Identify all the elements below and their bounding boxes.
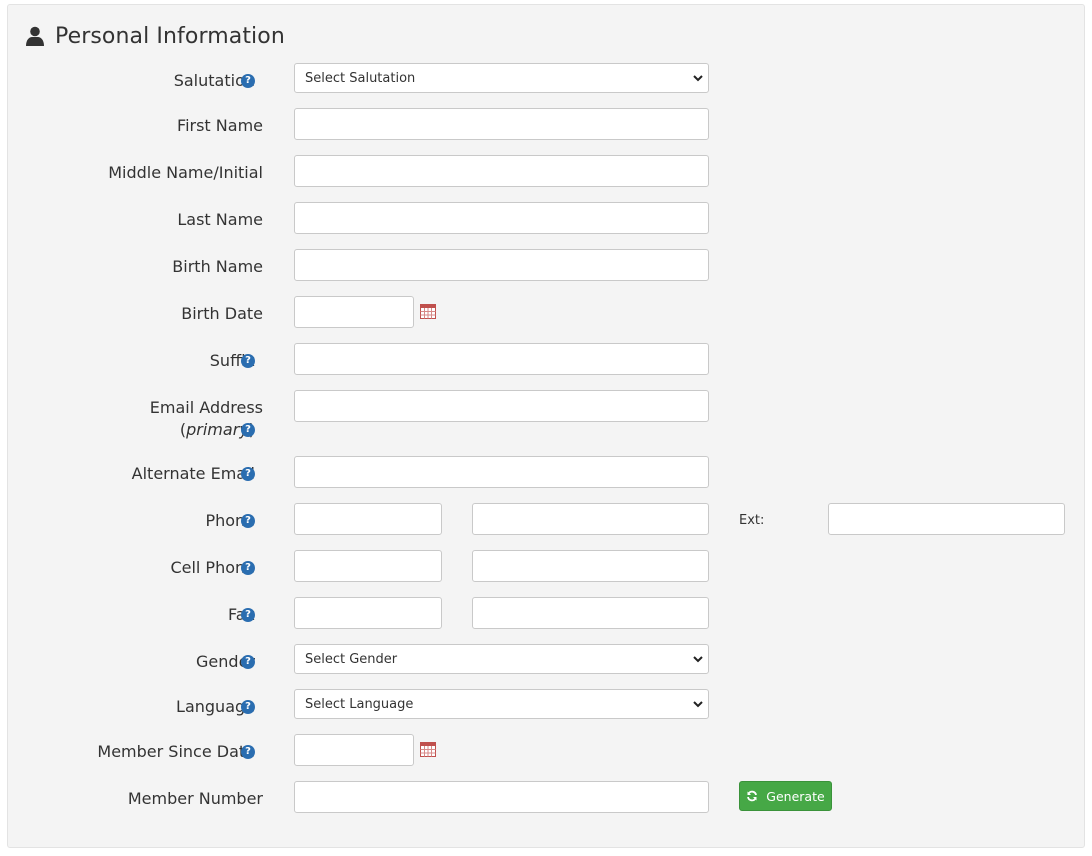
section-heading: Personal Information bbox=[26, 22, 285, 50]
calendar-icon[interactable] bbox=[420, 304, 436, 319]
help-icon[interactable]: ? bbox=[241, 514, 255, 528]
birth-date-row: Birth Date bbox=[0, 296, 1092, 328]
help-icon[interactable]: ? bbox=[241, 423, 255, 437]
birth-name-input[interactable] bbox=[294, 249, 709, 281]
alternate-email-label: Alternate Email bbox=[131, 464, 255, 483]
cell-phone-area-code-input[interactable] bbox=[294, 550, 442, 582]
help-icon[interactable]: ? bbox=[241, 467, 255, 481]
last-name-row: Last Name bbox=[0, 202, 1092, 234]
cell-phone-row: Cell Phone ? bbox=[0, 550, 1092, 582]
first-name-input[interactable] bbox=[294, 108, 709, 140]
first-name-row: First Name bbox=[0, 108, 1092, 140]
chevron-down-icon bbox=[693, 75, 703, 82]
generate-button-label: Generate bbox=[766, 788, 825, 804]
chevron-down-icon bbox=[693, 656, 703, 663]
email-primary-row: Email Address (primary) ? bbox=[0, 390, 1092, 440]
phone-number-input[interactable] bbox=[472, 503, 709, 535]
help-icon[interactable]: ? bbox=[241, 74, 255, 88]
fax-area-code-input[interactable] bbox=[294, 597, 442, 629]
help-icon[interactable]: ? bbox=[241, 608, 255, 622]
suffix-input[interactable] bbox=[294, 343, 709, 375]
refresh-icon bbox=[747, 790, 758, 802]
member-since-input[interactable] bbox=[294, 734, 414, 766]
member-since-row: Member Since Date ? bbox=[0, 734, 1092, 766]
chevron-down-icon bbox=[693, 701, 703, 708]
middle-name-row: Middle Name/Initial bbox=[0, 155, 1092, 187]
primary-note: primary bbox=[186, 420, 249, 439]
salutation-select[interactable]: Select Salutation bbox=[294, 63, 709, 93]
cell-phone-number-input[interactable] bbox=[472, 550, 709, 582]
gender-select-value: Select Gender bbox=[305, 651, 398, 667]
birth-date-input[interactable] bbox=[294, 296, 414, 328]
email-primary-input[interactable] bbox=[294, 390, 709, 422]
phone-ext-input[interactable] bbox=[828, 503, 1065, 535]
help-icon[interactable]: ? bbox=[241, 700, 255, 714]
fax-row: Fax ? bbox=[0, 597, 1092, 629]
section-title: Personal Information bbox=[55, 23, 285, 49]
member-number-label: Member Number bbox=[127, 789, 263, 808]
birth-name-label: Birth Name bbox=[172, 257, 263, 276]
help-icon[interactable]: ? bbox=[241, 354, 255, 368]
fax-number-input[interactable] bbox=[472, 597, 709, 629]
help-icon[interactable]: ? bbox=[241, 655, 255, 669]
help-icon[interactable]: ? bbox=[241, 561, 255, 575]
middle-name-input[interactable] bbox=[294, 155, 709, 187]
alternate-email-input[interactable] bbox=[294, 456, 709, 488]
calendar-icon[interactable] bbox=[420, 742, 436, 757]
member-since-label: Member Since Date bbox=[97, 742, 255, 761]
alternate-email-row: Alternate Email ? bbox=[0, 456, 1092, 488]
birth-date-label: Birth Date bbox=[181, 304, 263, 323]
salutation-select-value: Select Salutation bbox=[305, 70, 416, 86]
gender-select[interactable]: Select Gender bbox=[294, 644, 709, 674]
phone-ext-label: Ext: bbox=[739, 513, 765, 528]
help-icon[interactable]: ? bbox=[241, 745, 255, 759]
language-row: Language ? Select Language bbox=[0, 689, 1092, 719]
birth-name-row: Birth Name bbox=[0, 249, 1092, 281]
phone-row: Phone ? Ext: bbox=[0, 503, 1092, 535]
member-number-input[interactable] bbox=[294, 781, 709, 813]
gender-row: Gender ? Select Gender bbox=[0, 644, 1092, 674]
phone-area-code-input[interactable] bbox=[294, 503, 442, 535]
first-name-label: First Name bbox=[177, 116, 263, 135]
language-select-value: Select Language bbox=[305, 696, 414, 712]
user-icon bbox=[26, 26, 44, 46]
middle-name-label: Middle Name/Initial bbox=[108, 163, 263, 182]
member-number-row: Member Number Generate bbox=[0, 781, 1092, 813]
salutation-row: Salutation ? Select Salutation bbox=[0, 63, 1092, 93]
last-name-label: Last Name bbox=[177, 210, 263, 229]
language-select[interactable]: Select Language bbox=[294, 689, 709, 719]
suffix-row: Suffix ? bbox=[0, 343, 1092, 375]
generate-button[interactable]: Generate bbox=[739, 781, 832, 811]
last-name-input[interactable] bbox=[294, 202, 709, 234]
email-primary-label: Email Address bbox=[149, 398, 263, 417]
